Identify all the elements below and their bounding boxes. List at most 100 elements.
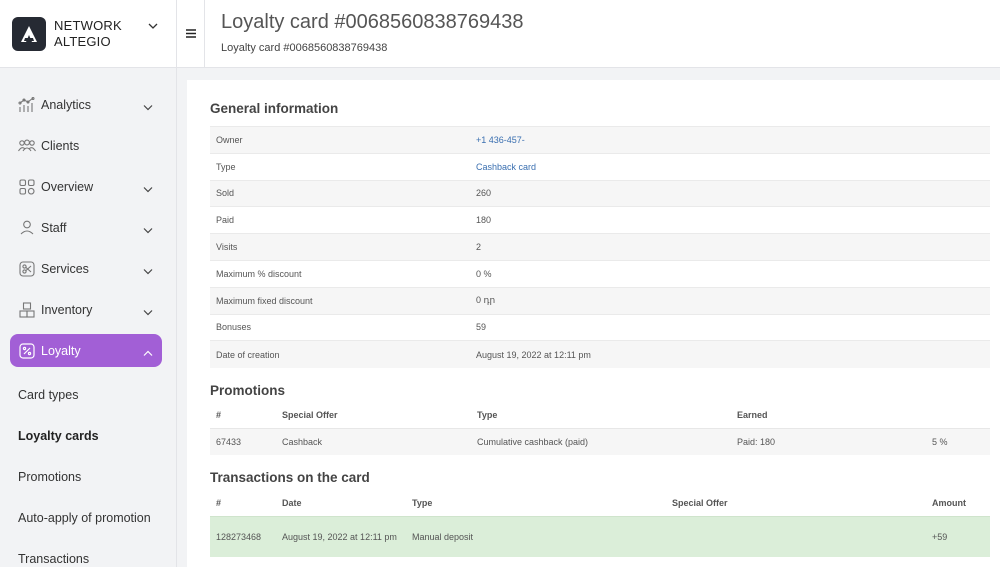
page-header: Loyalty card #0068560838769438 Loyalty c… <box>177 0 1000 68</box>
card-type-link[interactable]: Cashback card <box>470 152 990 181</box>
info-label: Maximum % discount <box>210 259 470 288</box>
sidebar-item-label: Analytics <box>41 97 92 112</box>
hamburger-icon <box>185 25 196 43</box>
info-row-max-fixed-discount: Maximum fixed discount 0 դր <box>210 286 990 315</box>
table-header-row: # Date Type Special Offer Amount <box>210 491 990 517</box>
sidebar-item-overview[interactable]: Overview <box>10 170 162 203</box>
transactions-heading: Transactions on the card <box>210 469 370 485</box>
info-value: 0 դր <box>470 286 990 315</box>
overview-icon <box>18 178 36 196</box>
info-value: 260 <box>470 179 990 207</box>
column-header: Earned <box>737 410 768 421</box>
info-label: Bonuses <box>210 313 470 341</box>
chevron-down-icon[interactable] <box>148 17 158 35</box>
info-value: August 19, 2022 at 12:11 pm <box>470 340 990 368</box>
info-row-max-percent-discount: Maximum % discount 0 % <box>210 259 990 288</box>
info-value: 2 <box>470 233 990 261</box>
sidebar-item-label: Overview <box>41 179 94 194</box>
brand-name-line2: ALTEGIO <box>54 33 111 49</box>
transactions-table: # Date Type Special Offer Amount 1282734… <box>210 491 990 557</box>
promo-type: Cumulative cashback (paid) <box>471 428 731 455</box>
submenu-promotions[interactable]: Promotions <box>0 457 176 498</box>
info-label: Owner <box>210 126 470 154</box>
promotions-heading: Promotions <box>210 382 286 398</box>
info-label: Date of creation <box>210 340 470 368</box>
promo-percent: 5 % <box>926 428 990 455</box>
chevron-down-icon <box>143 182 153 196</box>
sidebar-item-label: Loyalty <box>41 343 81 358</box>
clients-icon <box>18 137 36 155</box>
info-label: Maximum fixed discount <box>210 286 470 315</box>
scissors-icon <box>18 260 36 278</box>
menu-toggle-button[interactable] <box>177 0 205 68</box>
info-label: Visits <box>210 233 470 261</box>
brand-switcher[interactable]: NETWORK ALTEGIO <box>0 0 176 68</box>
info-row-sold: Sold 260 <box>210 179 990 207</box>
sidebar-item-label: Staff <box>41 220 67 235</box>
column-header: Type <box>412 498 433 509</box>
promo-offer: Cashback <box>276 428 471 455</box>
column-header: Special Offer <box>672 498 728 509</box>
altegio-logo-icon <box>12 16 46 51</box>
inventory-icon <box>18 301 36 319</box>
tx-type: Manual deposit <box>406 516 666 557</box>
chevron-down-icon <box>143 305 153 319</box>
tx-offer <box>666 516 926 557</box>
column-header: Date <box>282 498 302 509</box>
sidebar: NETWORK ALTEGIO Analytics Clients Overvi… <box>0 0 177 567</box>
general-info-heading: General information <box>210 101 339 116</box>
chevron-down-icon <box>143 223 153 237</box>
tx-date: August 19, 2022 at 12:11 pm <box>276 516 406 557</box>
sidebar-item-label: Services <box>41 261 89 276</box>
main-content: General information Owner +1 436-457- Ty… <box>187 80 1000 567</box>
sidebar-item-label: Clients <box>41 138 80 153</box>
info-value: 59 <box>470 313 990 341</box>
sidebar-item-clients[interactable]: Clients <box>10 129 162 162</box>
info-row-paid: Paid 180 <box>210 206 990 234</box>
owner-phone-link[interactable]: +1 436-457- <box>470 126 990 154</box>
promotions-table: # Special Offer Type Earned 67433 Cashba… <box>210 403 990 455</box>
submenu-card-types[interactable]: Card types <box>0 375 176 416</box>
chevron-up-icon <box>143 346 153 360</box>
column-header: # <box>216 498 222 509</box>
sidebar-nav: Analytics Clients Overview Staff Service… <box>0 68 176 367</box>
info-row-owner: Owner +1 436-457- <box>210 126 990 154</box>
breadcrumb: Loyalty card #0068560838769438 <box>221 42 388 54</box>
column-header: Special Offer <box>282 410 338 421</box>
submenu-auto-apply[interactable]: Auto-apply of promotion <box>0 498 176 539</box>
sidebar-item-analytics[interactable]: Analytics <box>10 88 162 121</box>
tx-id: 128273468 <box>210 516 276 557</box>
chevron-down-icon <box>143 100 153 114</box>
info-value: 180 <box>470 206 990 234</box>
tx-amount: +59 <box>926 516 990 557</box>
sidebar-item-loyalty[interactable]: Loyalty <box>10 334 162 367</box>
info-label: Paid <box>210 206 470 234</box>
table-row: 67433 Cashback Cumulative cashback (paid… <box>210 428 990 455</box>
info-row-visits: Visits 2 <box>210 233 990 261</box>
promo-earned: Paid: 180 <box>731 428 926 455</box>
general-info-table: Owner +1 436-457- Type Cashback card Sol… <box>210 126 990 368</box>
info-label: Type <box>210 152 470 181</box>
loyalty-submenu: Card types Loyalty cards Promotions Auto… <box>0 375 176 567</box>
brand-name: NETWORK ALTEGIO <box>54 18 122 50</box>
column-header: Type <box>477 410 498 421</box>
column-header <box>926 403 990 429</box>
info-row-date-of-creation: Date of creation August 19, 2022 at 12:1… <box>210 340 990 368</box>
info-row-type: Type Cashback card <box>210 152 990 181</box>
column-header: Amount <box>932 498 966 509</box>
sidebar-item-label: Inventory <box>41 302 93 317</box>
chevron-down-icon <box>143 264 153 278</box>
sidebar-item-staff[interactable]: Staff <box>10 211 162 244</box>
table-header-row: # Special Offer Type Earned <box>210 403 990 429</box>
percent-icon <box>18 342 36 360</box>
analytics-icon <box>18 96 36 114</box>
info-row-bonuses: Bonuses 59 <box>210 313 990 341</box>
column-header: # <box>216 410 222 421</box>
sidebar-item-inventory[interactable]: Inventory <box>10 293 162 326</box>
table-row: 128273468 August 19, 2022 at 12:11 pm Ma… <box>210 516 990 557</box>
promo-id: 67433 <box>210 428 276 455</box>
sidebar-item-services[interactable]: Services <box>10 252 162 285</box>
page-title: Loyalty card #0068560838769438 <box>221 11 524 33</box>
submenu-transactions[interactable]: Transactions <box>0 539 176 567</box>
submenu-loyalty-cards[interactable]: Loyalty cards <box>0 416 176 457</box>
